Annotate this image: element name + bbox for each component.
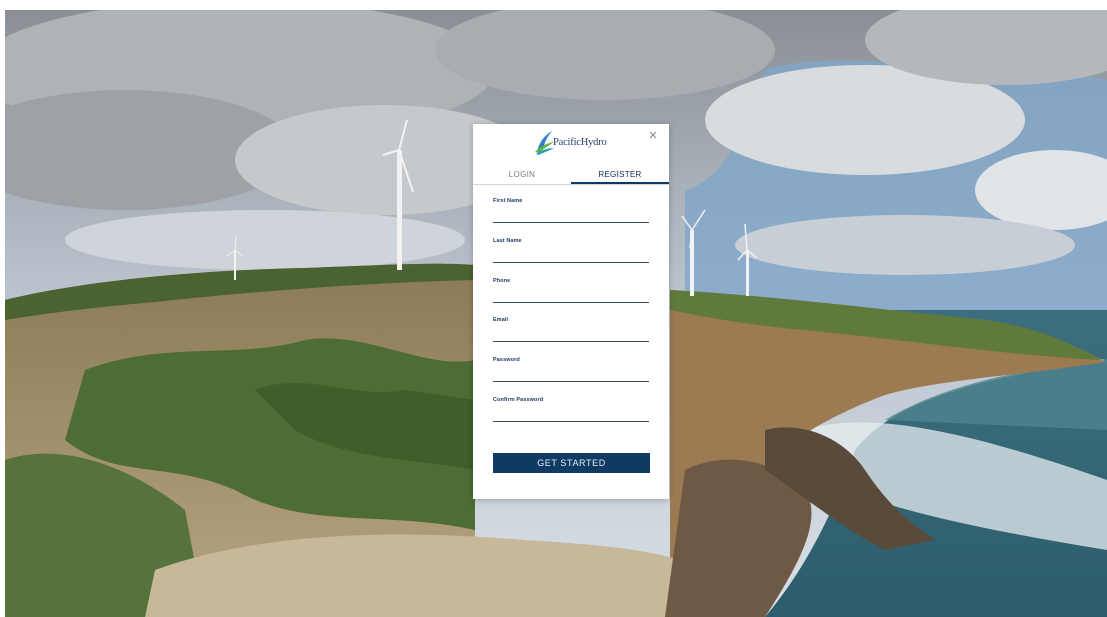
first-name-field: First Name	[493, 198, 649, 224]
close-icon[interactable]: ×	[645, 128, 661, 144]
first-name-input[interactable]	[493, 209, 649, 223]
confirm-password-field: Confirm Password	[493, 397, 649, 423]
last-name-input[interactable]	[493, 249, 649, 263]
email-label: Email	[493, 317, 509, 323]
logo-text: PacificHydro	[553, 137, 607, 148]
password-label: Password	[493, 357, 520, 363]
confirm-password-label: Confirm Password	[493, 397, 544, 403]
email-field: Email	[493, 317, 649, 343]
brand-logo: PacificHydro	[533, 128, 613, 156]
email-input[interactable]	[493, 328, 649, 342]
phone-field: Phone	[493, 278, 649, 304]
tab-divider	[473, 184, 669, 185]
first-name-label: First Name	[493, 198, 523, 204]
password-input[interactable]	[493, 368, 649, 382]
phone-input[interactable]	[493, 289, 649, 303]
last-name-label: Last Name	[493, 238, 522, 244]
last-name-field: Last Name	[493, 238, 649, 264]
auth-tabs: LOGIN REGISTER	[473, 170, 669, 184]
password-field: Password	[493, 357, 649, 383]
get-started-button[interactable]: GET STARTED	[493, 453, 650, 473]
pacific-hydro-logo-icon	[535, 131, 554, 155]
tab-register[interactable]: REGISTER	[571, 170, 669, 184]
confirm-password-input[interactable]	[493, 408, 649, 422]
tab-login[interactable]: LOGIN	[473, 170, 571, 184]
phone-label: Phone	[493, 278, 511, 284]
register-modal: PacificHydro × LOGIN REGISTER First Name…	[473, 124, 669, 499]
